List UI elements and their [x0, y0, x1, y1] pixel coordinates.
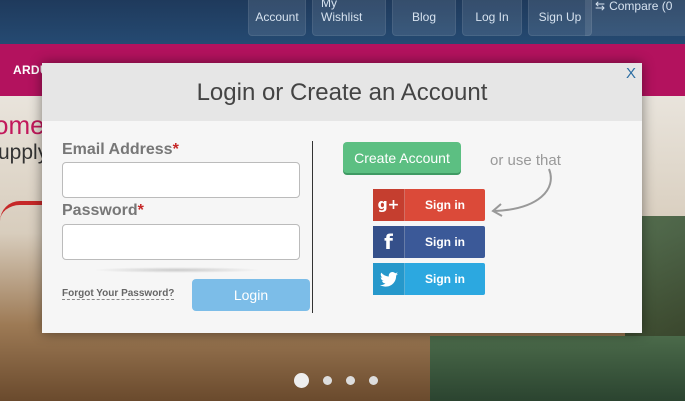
close-button[interactable]: X [626, 65, 636, 82]
top-navigation: Account My Wishlist Blog Log In Sign Up [248, 0, 592, 36]
login-button[interactable]: Login [192, 279, 310, 311]
google-signin-label: Sign in [425, 198, 465, 212]
hero-circuit-board-bottom [430, 336, 685, 401]
password-label: Password* [62, 202, 144, 219]
slider-dot-3[interactable] [346, 376, 355, 385]
compare-icon: ⇆ [595, 0, 606, 13]
twitter-icon [373, 263, 405, 295]
google-plus-icon: g+ [373, 189, 405, 221]
site-header: Account My Wishlist Blog Log In Sign Up … [0, 0, 685, 44]
google-signin-button[interactable]: g+ Sign in [373, 189, 485, 221]
slider-dots [294, 373, 378, 388]
column-separator [312, 141, 313, 313]
facebook-signin-label: Sign in [425, 235, 465, 249]
slider-dot-1[interactable] [294, 373, 309, 388]
required-mark: * [137, 202, 144, 219]
forgot-password-link[interactable]: Forgot Your Password? [62, 288, 175, 300]
password-field[interactable] [62, 224, 300, 260]
facebook-icon: f [373, 226, 405, 258]
nav-signup[interactable]: Sign Up [528, 0, 592, 36]
nav-compare[interactable]: ⇆ Compare (0 [585, 0, 685, 36]
facebook-signin-button[interactable]: f Sign in [373, 226, 485, 258]
twitter-signin-button[interactable]: Sign in [373, 263, 485, 295]
nav-account[interactable]: Account [248, 0, 306, 36]
modal-header: Login or Create an Account X [42, 63, 642, 121]
required-mark: * [172, 141, 179, 158]
hero-promo-subtitle: upply [0, 141, 49, 164]
slider-dot-2[interactable] [323, 376, 332, 385]
email-field[interactable] [62, 162, 300, 198]
compare-label: Compare (0 [609, 0, 673, 13]
email-label: Email Address* [62, 141, 179, 158]
nav-wishlist[interactable]: My Wishlist [312, 0, 386, 36]
twitter-signin-label: Sign in [425, 272, 465, 286]
curved-arrow-icon [491, 168, 552, 217]
form-divider [92, 267, 262, 273]
nav-blog[interactable]: Blog [392, 0, 456, 36]
slider-dot-4[interactable] [369, 376, 378, 385]
login-modal: Login or Create an Account X Email Addre… [42, 63, 642, 333]
modal-title: Login or Create an Account [196, 79, 488, 106]
nav-login[interactable]: Log In [462, 0, 522, 36]
hero-promo-title: ome [0, 110, 45, 140]
hero-wire-decoration [0, 201, 45, 241]
create-account-button[interactable]: Create Account [343, 142, 461, 173]
